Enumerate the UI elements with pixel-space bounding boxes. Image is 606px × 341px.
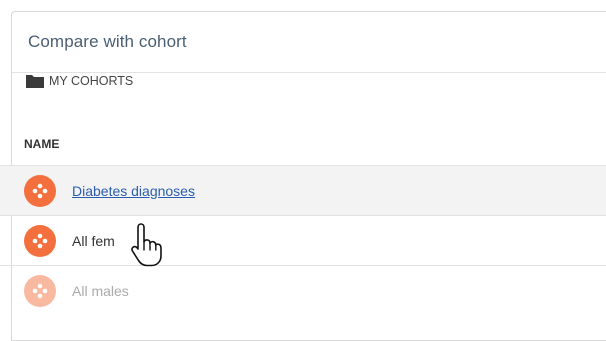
panel-header: Compare with cohort [12,12,606,73]
cohort-icon [24,174,56,207]
cohort-list: Diabetes diagnoses All fem All males [0,165,606,315]
folder-icon [26,74,44,88]
cohort-icon [24,274,56,307]
cohort-row[interactable]: All males [0,265,606,315]
panel-title: Compare with cohort [28,32,187,51]
cohort-label[interactable]: All males [72,283,129,299]
cohort-label[interactable]: All fem [72,233,115,249]
column-header-name[interactable]: NAME [24,137,59,151]
folder-my-cohorts[interactable]: MY COHORTS [26,74,133,88]
cohort-link[interactable]: Diabetes diagnoses [72,183,195,199]
folder-label: MY COHORTS [49,74,134,88]
cohort-row[interactable]: Diabetes diagnoses [0,165,606,215]
cohort-row[interactable]: All fem [0,215,606,265]
cohort-icon [24,224,56,257]
